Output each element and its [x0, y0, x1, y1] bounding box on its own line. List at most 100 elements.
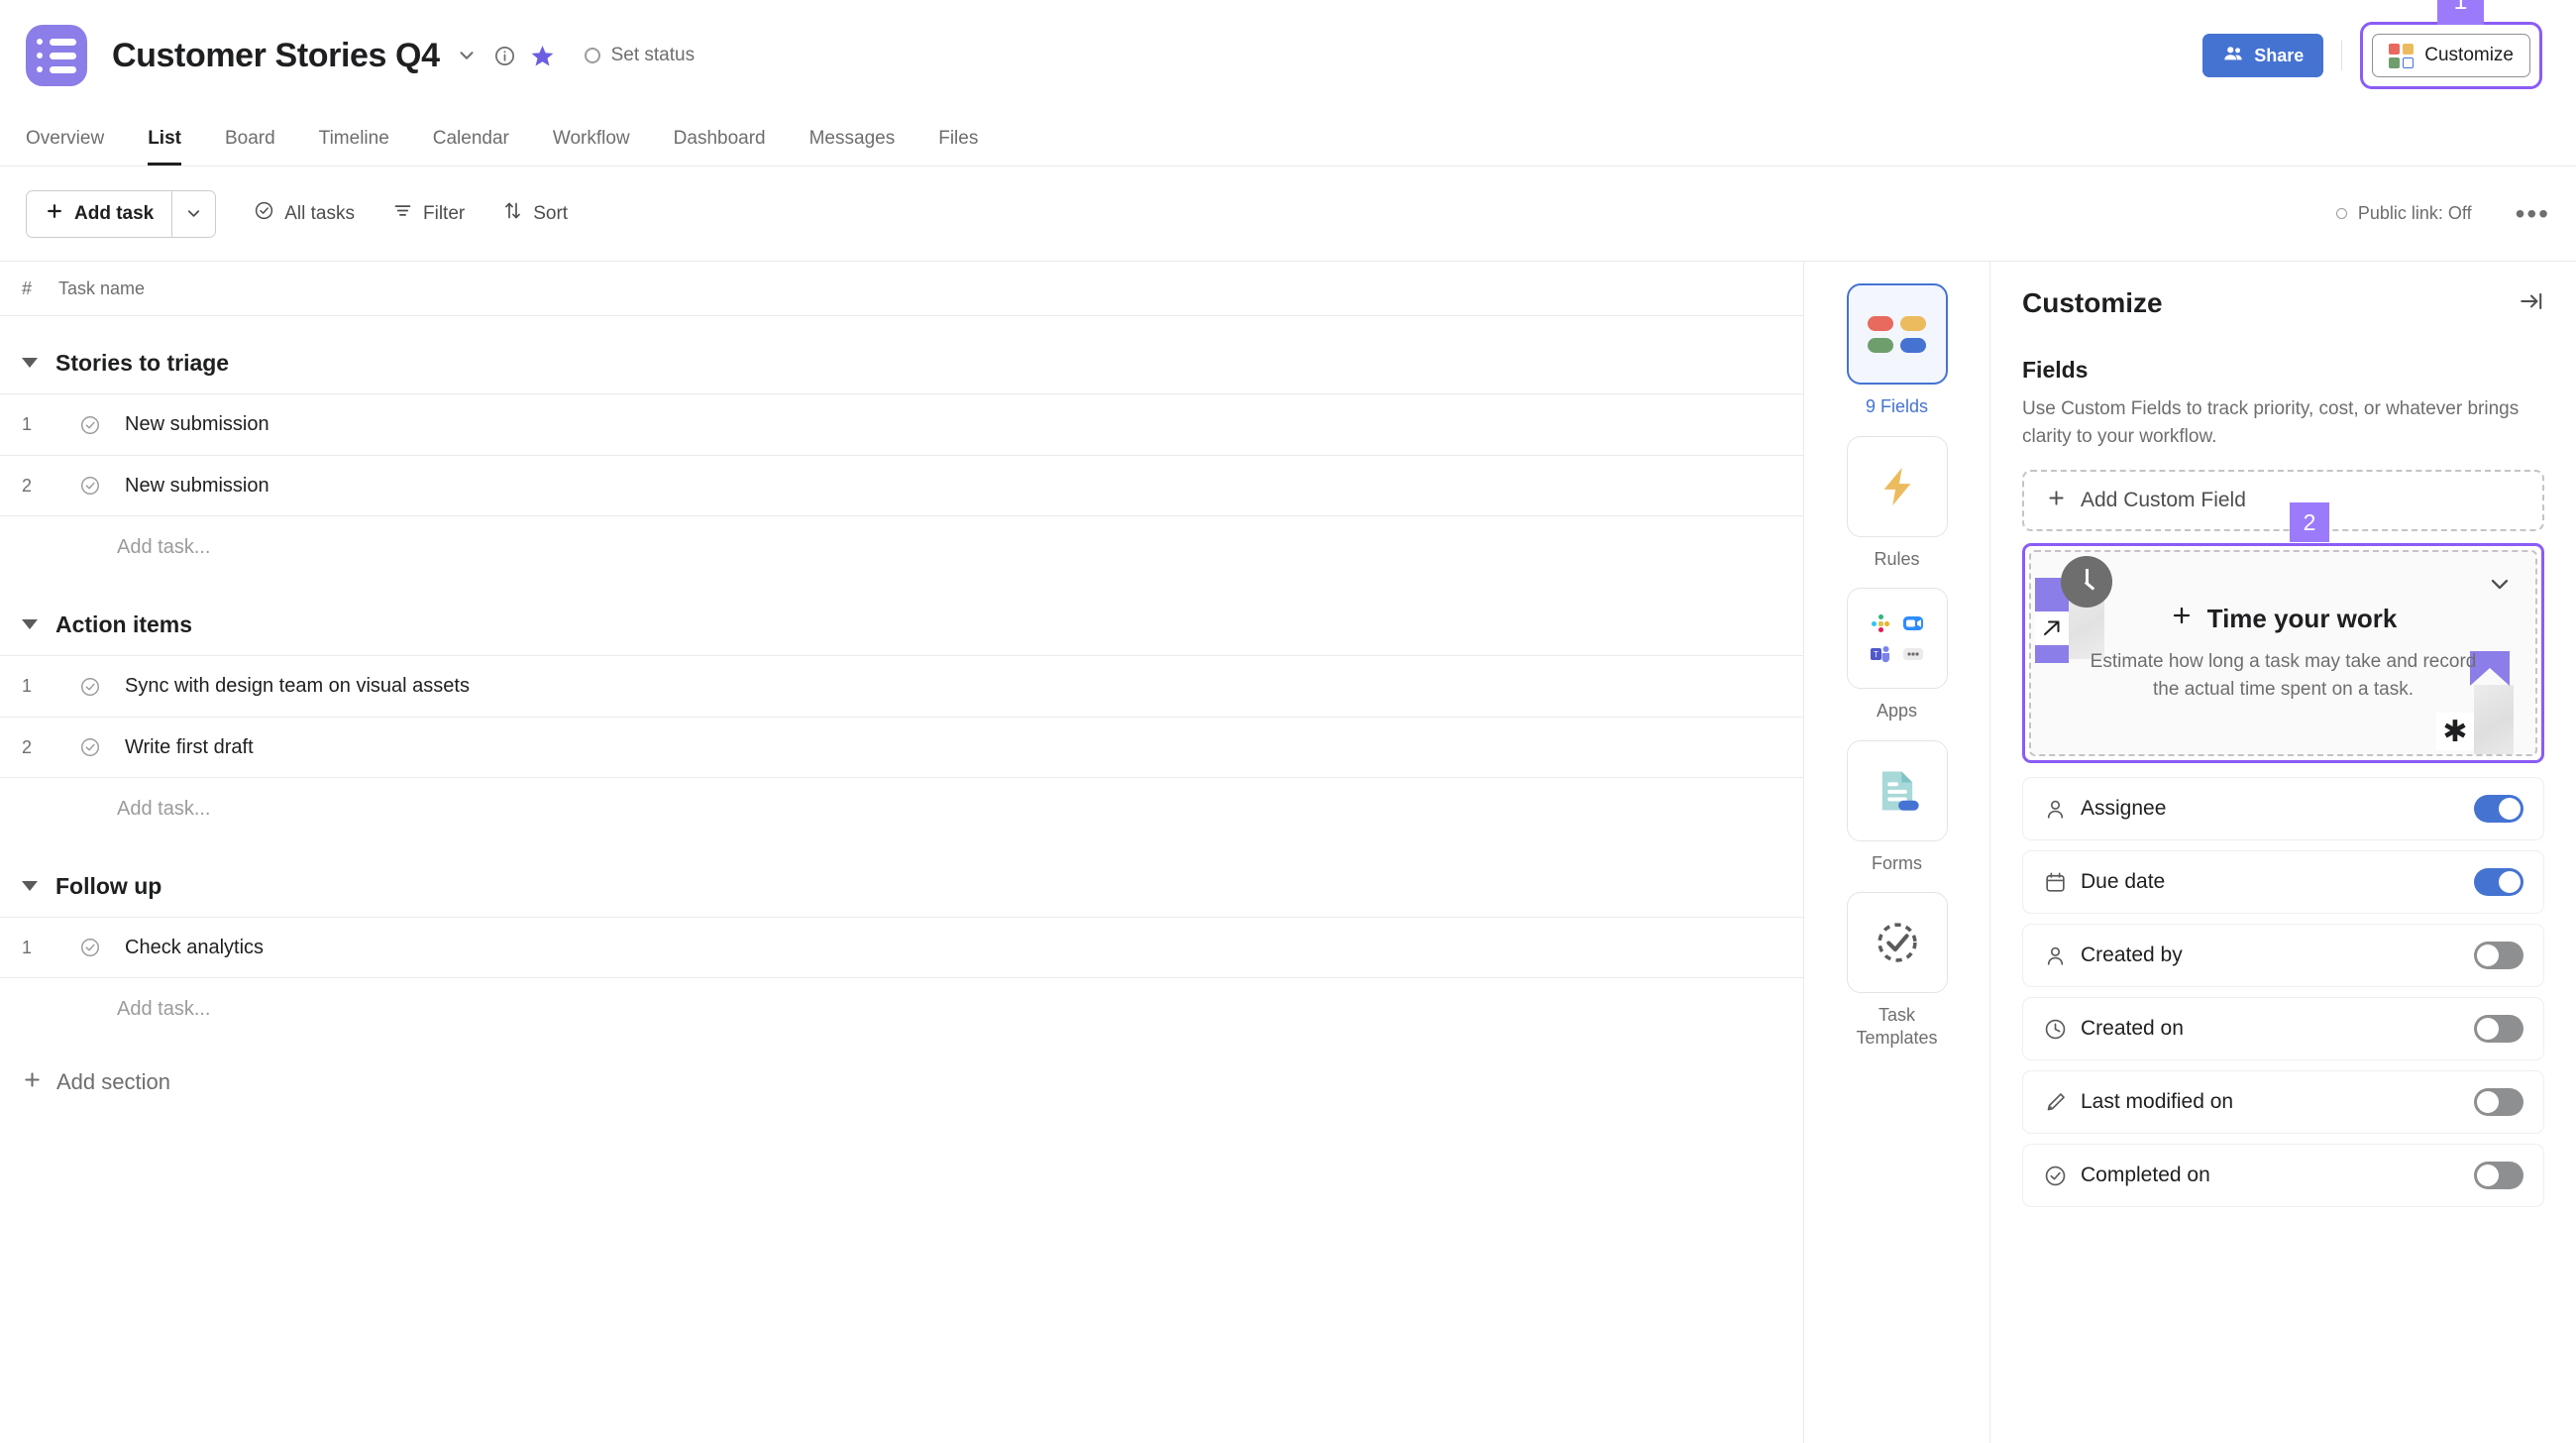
public-link-ring-icon [2335, 208, 2347, 219]
field-row[interactable]: Due date [2022, 850, 2544, 915]
clock-icon [2043, 1017, 2081, 1042]
chevron-down-icon[interactable] [456, 45, 478, 66]
promo-description: Estimate how long a task may take and re… [2090, 651, 2477, 700]
field-label: Due date [2081, 870, 2166, 894]
all-tasks-filter-button[interactable]: All tasks [254, 200, 355, 227]
annotation-badge-2: 2 [2290, 502, 2329, 543]
all-tasks-label: All tasks [284, 202, 355, 224]
fields-swatch-icon [2389, 43, 2415, 68]
section-header[interactable]: Stories to triage [0, 332, 1803, 393]
rail-item-rules[interactable]: Rules [1823, 435, 1972, 571]
time-tracking-promo-card[interactable]: Time your work Estimate how long a task … [2029, 550, 2537, 757]
sort-label: Sort [533, 202, 569, 224]
caret-down-icon[interactable] [22, 881, 38, 891]
add-custom-field-button[interactable]: Add Custom Field 2 [2022, 470, 2544, 543]
star-icon[interactable] [530, 44, 555, 68]
rail-item-forms[interactable]: Forms [1823, 739, 1972, 875]
task-row[interactable]: 2 New submission [0, 455, 1803, 516]
collapse-panel-icon[interactable] [2519, 288, 2544, 319]
field-label: Completed on [2081, 1164, 2210, 1187]
share-label: Share [2254, 45, 2305, 65]
caret-down-icon[interactable] [22, 358, 38, 368]
public-link-label: Public link: Off [2357, 203, 2472, 223]
add-section-label: Add section [56, 1069, 170, 1094]
field-label: Created on [2081, 1017, 2184, 1041]
pencil-icon [2043, 1090, 2081, 1115]
tab-calendar[interactable]: Calendar [411, 111, 531, 166]
complete-task-icon[interactable] [79, 676, 109, 698]
field-toggle[interactable] [2474, 795, 2523, 824]
more-options-button[interactable]: ••• [2516, 199, 2550, 228]
filter-label: Filter [423, 202, 466, 224]
tab-workflow[interactable]: Workflow [531, 111, 652, 166]
complete-task-icon[interactable] [79, 414, 109, 436]
rail-item-apps[interactable]: T Apps [1823, 588, 1972, 722]
add-task-dropdown-button[interactable] [171, 190, 215, 237]
tab-board[interactable]: Board [203, 111, 297, 166]
tab-overview[interactable]: Overview [26, 111, 126, 166]
filter-button[interactable]: Filter [392, 200, 465, 227]
task-number: 2 [22, 475, 33, 496]
column-header-task-name: Task name [58, 278, 146, 298]
fields-icon [1846, 283, 1948, 385]
time-tracking-promo-highlight: Time your work Estimate how long a task … [2022, 543, 2544, 764]
add-section-button[interactable]: Add section [0, 1050, 1803, 1115]
rail-item-fields[interactable]: 9 Fields [1823, 283, 1972, 418]
caret-down-icon[interactable] [22, 619, 38, 629]
task-row[interactable]: 1 Check analytics [0, 917, 1803, 978]
add-custom-field-label: Add Custom Field [2081, 489, 2246, 512]
field-toggle[interactable] [2474, 1162, 2523, 1190]
share-button[interactable]: Share [2202, 34, 2324, 77]
field-row[interactable]: Created by [2022, 924, 2544, 988]
field-row[interactable]: Completed on [2022, 1144, 2544, 1208]
app-root: Customer Stories Q4 Set status Share 1 C… [0, 0, 2576, 1443]
chevron-down-icon[interactable] [2486, 570, 2514, 603]
check-circle-icon [2043, 1164, 2081, 1188]
add-task-placeholder[interactable]: Add task... [0, 516, 1803, 578]
task-section: Follow up 1 Check analytics Add task... [0, 855, 1803, 1040]
field-row[interactable]: Created on [2022, 997, 2544, 1061]
toolbar-right-actions: Public link: Off ••• [2335, 199, 2550, 228]
section-header[interactable]: Action items [0, 594, 1803, 655]
plus-icon [45, 201, 64, 227]
tab-dashboard[interactable]: Dashboard [652, 111, 788, 166]
tab-files[interactable]: Files [916, 111, 1000, 166]
task-row[interactable]: 2 Write first draft [0, 717, 1803, 778]
info-circle-icon[interactable] [493, 45, 516, 67]
customize-panel-title: Customize [2022, 287, 2163, 318]
field-toggle[interactable] [2474, 1088, 2523, 1117]
field-row[interactable]: Last modified on [2022, 1070, 2544, 1135]
add-task-label: Add task [74, 202, 155, 224]
tab-list[interactable]: List [126, 111, 203, 166]
add-task-placeholder[interactable]: Add task... [0, 778, 1803, 839]
complete-task-icon[interactable] [79, 475, 109, 497]
top-bar: Customer Stories Q4 Set status Share 1 C… [0, 0, 2576, 111]
field-toggle[interactable] [2474, 1015, 2523, 1044]
add-task-placeholder[interactable]: Add task... [0, 978, 1803, 1040]
tab-messages[interactable]: Messages [788, 111, 917, 166]
task-template-icon [1846, 892, 1948, 993]
field-row[interactable]: Assignee [2022, 777, 2544, 841]
task-row[interactable]: 1 New submission [0, 393, 1803, 455]
task-row[interactable]: 1 Sync with design team on visual assets [0, 655, 1803, 717]
complete-task-icon[interactable] [79, 937, 109, 958]
public-link-button[interactable]: Public link: Off [2335, 203, 2472, 224]
section-title: Action items [55, 610, 193, 637]
section-header[interactable]: Follow up [0, 855, 1803, 917]
field-toggle-list: Assignee Due date Created by Created on Last… [2022, 777, 2544, 1208]
annotation-badge-1: 1 [2437, 0, 2484, 25]
sort-button[interactable]: Sort [502, 200, 568, 227]
svg-text:T: T [1874, 650, 1878, 659]
field-toggle[interactable] [2474, 868, 2523, 897]
task-sections: Stories to triage 1 New submission 2 New sub… [0, 332, 1803, 1040]
task-name: Sync with design team on visual assets [125, 675, 470, 697]
complete-task-icon[interactable] [79, 736, 109, 758]
tab-timeline[interactable]: Timeline [297, 111, 411, 166]
customize-panel: 9 Fields Rules T Apps Forms Task Templat… [1803, 262, 2576, 1443]
rail-item-task-templates[interactable]: Task Templates [1823, 892, 1972, 1049]
field-toggle[interactable] [2474, 942, 2523, 970]
customize-button[interactable]: Customize [2372, 34, 2530, 77]
task-number: 1 [22, 414, 33, 434]
add-task-button[interactable]: Add task [26, 189, 217, 238]
set-status-button[interactable]: Set status [584, 45, 695, 66]
